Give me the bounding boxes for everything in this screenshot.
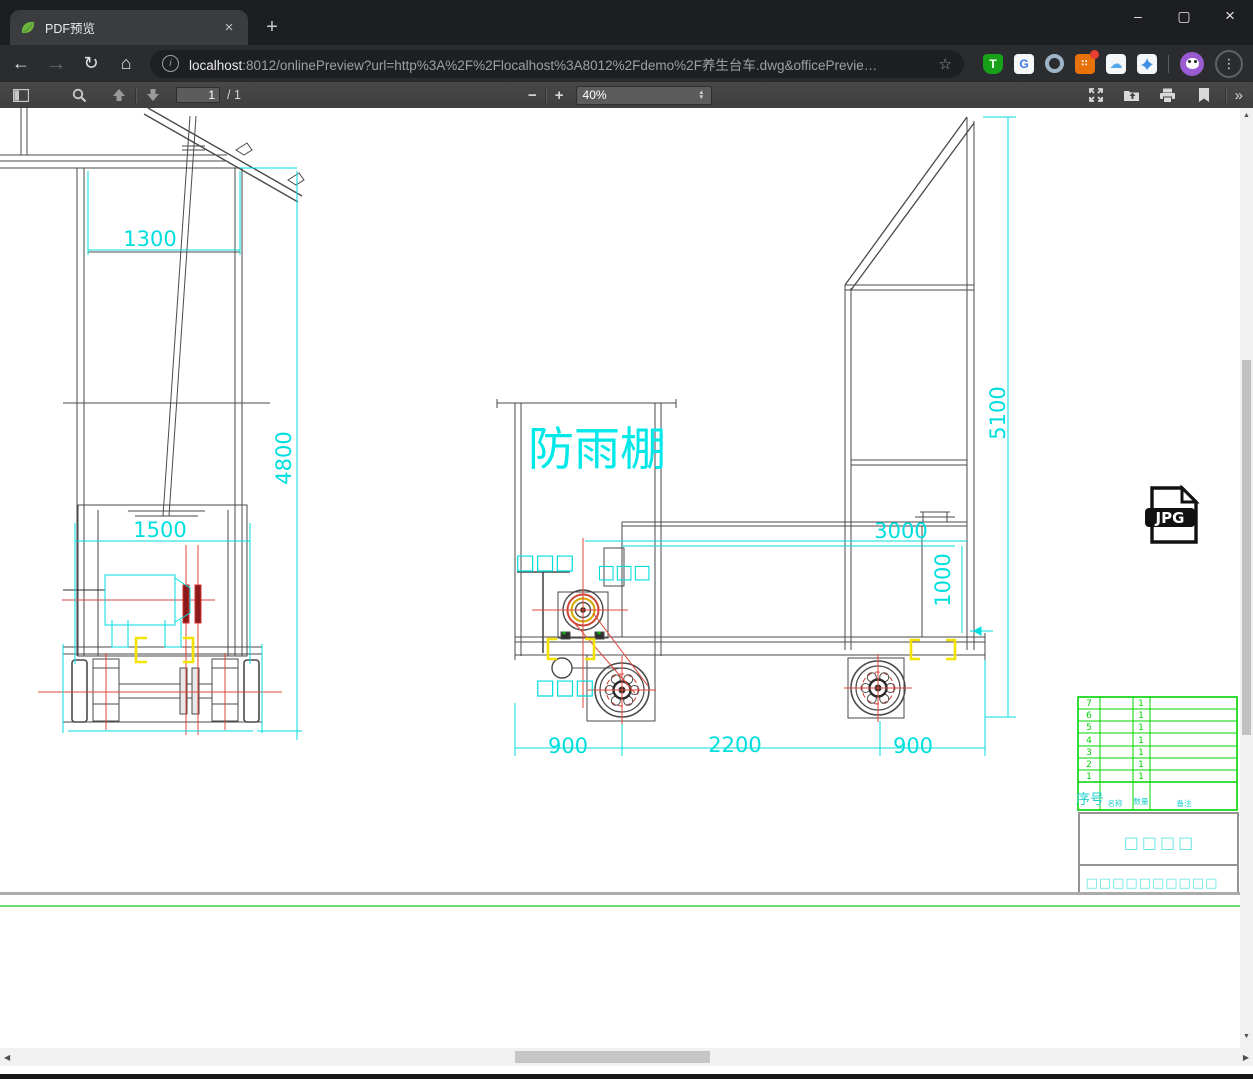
- home-icon[interactable]: ⌂: [115, 53, 137, 74]
- back-icon[interactable]: ←: [10, 53, 32, 74]
- window-controls: – ▢ ×: [1115, 0, 1253, 32]
- dim-1300: 1300: [123, 227, 176, 251]
- more-tools-icon[interactable]: »: [1235, 87, 1243, 104]
- vertical-scrollbar[interactable]: ▲ ▼: [1240, 108, 1253, 1066]
- svg-text:5: 5: [1086, 723, 1092, 733]
- dim-900-left: 900: [548, 734, 588, 758]
- zoom-in-button[interactable]: +: [555, 87, 564, 104]
- scroll-up-icon[interactable]: ▲: [1240, 112, 1253, 119]
- bird-extension-icon[interactable]: [1137, 53, 1157, 74]
- extensions-row: T G ∷ ☁ ⋮: [983, 49, 1243, 78]
- horizontal-scrollbar[interactable]: ◀ ▶: [0, 1048, 1253, 1066]
- horizontal-scroll-thumb[interactable]: [515, 1051, 710, 1063]
- tab-title: PDF预览: [45, 22, 96, 36]
- svg-text:1: 1: [1138, 723, 1144, 733]
- scroll-down-icon[interactable]: ▼: [1240, 1033, 1253, 1040]
- title-block-header-name: 名称: [1108, 798, 1124, 808]
- svg-text:4: 4: [1086, 736, 1092, 746]
- title-block-header-no: 序号: [1076, 792, 1104, 808]
- pdf-toolbar: / 1 − + 40% ▲▼: [0, 82, 1253, 109]
- svg-text:2: 2: [1086, 760, 1092, 770]
- sidebar-toggle-icon[interactable]: [8, 84, 34, 106]
- page-down-icon[interactable]: [140, 84, 166, 106]
- new-tab-button[interactable]: +: [258, 13, 286, 41]
- titlebar: PDF预览 × + – ▢ ×: [0, 0, 1253, 45]
- title-block-header-remark: 备注: [1177, 798, 1193, 808]
- svg-text:1: 1: [1138, 711, 1144, 721]
- profile-avatar[interactable]: [1180, 51, 1204, 76]
- notification-badge: [1090, 49, 1099, 59]
- pdf-page-canvas: 1300 1500 4800 5100 3000 1000 900 2200 9…: [0, 108, 1240, 1048]
- jpg-file-icon: JPG: [1145, 484, 1200, 544]
- spinner-arrows-icon: ▲ ▼: [698, 89, 705, 101]
- vertical-scroll-thumb[interactable]: [1242, 360, 1251, 735]
- dim-5100: 5100: [986, 386, 1010, 439]
- svg-text:1: 1: [1138, 772, 1144, 782]
- navigation-bar: ← → ↻ ⌂ i localhost:8012/onlinePreview?u…: [0, 45, 1253, 82]
- page-number-input[interactable]: [176, 87, 220, 103]
- svg-text:1: 1: [1138, 699, 1144, 709]
- toolbar-separator: [1168, 54, 1169, 73]
- svg-text:1: 1: [1086, 772, 1092, 782]
- zoom-value: 40%: [582, 88, 607, 102]
- url-rest: :8012/onlinePreview?url=http%3A%2F%2Floc…: [242, 57, 878, 73]
- cloud-extension-icon[interactable]: ☁: [1106, 53, 1126, 74]
- window-bottom-edge: [0, 1074, 1253, 1079]
- svg-text:JPG: JPG: [1155, 509, 1185, 527]
- placeholder-text-2: □□□: [597, 561, 651, 583]
- dim-1000: 1000: [931, 553, 955, 606]
- svg-text:6: 6: [1086, 711, 1092, 721]
- zoom-select[interactable]: 40% ▲ ▼: [575, 85, 712, 105]
- page-up-icon[interactable]: [106, 84, 132, 106]
- svg-text:1: 1: [1138, 736, 1144, 746]
- title-block-header-qty: 数量: [1134, 796, 1150, 806]
- dim-4800: 4800: [272, 431, 296, 484]
- site-info-icon[interactable]: i: [162, 55, 179, 72]
- forward-icon[interactable]: →: [45, 52, 67, 76]
- grid-extension-icon[interactable]: ∷: [1075, 49, 1099, 74]
- browser-tab[interactable]: PDF预览 ×: [10, 10, 248, 45]
- url-text[interactable]: localhost:8012/onlinePreview?url=http%3A…: [189, 54, 931, 74]
- scroll-left-icon[interactable]: ◀: [4, 1053, 10, 1062]
- minimize-button[interactable]: –: [1115, 0, 1161, 32]
- bookmark-star-icon[interactable]: ☆: [939, 55, 952, 73]
- svg-text:3: 3: [1086, 748, 1092, 758]
- browser-window: { "window": {"minimize":"–","maximize":"…: [0, 0, 1253, 1079]
- title-block-subtitle: □□□□: [1124, 833, 1196, 852]
- open-file-icon[interactable]: [1119, 84, 1145, 106]
- translate-icon[interactable]: G: [1014, 53, 1034, 74]
- address-bar[interactable]: i localhost:8012/onlinePreview?url=http%…: [150, 49, 964, 78]
- presentation-mode-icon[interactable]: [1083, 84, 1109, 106]
- zoom-out-button[interactable]: −: [528, 87, 537, 104]
- proxy-ring-icon[interactable]: [1045, 54, 1064, 73]
- dim-3000: 3000: [874, 519, 927, 543]
- close-button[interactable]: ×: [1207, 0, 1253, 32]
- search-icon[interactable]: [66, 84, 92, 106]
- dim-900-right: 900: [893, 734, 933, 758]
- dim-2200: 2200: [708, 733, 761, 757]
- bookmark-icon[interactable]: [1191, 84, 1217, 106]
- page-count-label: / 1: [227, 88, 241, 102]
- maximize-button[interactable]: ▢: [1161, 0, 1207, 32]
- svg-text:7: 7: [1086, 699, 1092, 709]
- tampermonkey-icon[interactable]: T: [983, 53, 1003, 74]
- svg-text:1: 1: [1138, 760, 1144, 770]
- url-host: localhost: [189, 57, 243, 73]
- cad-drawing: 1300 1500 4800 5100 3000 1000 900 2200 9…: [0, 108, 1240, 907]
- canopy-label: 防雨棚: [528, 422, 666, 476]
- dim-1500: 1500: [133, 518, 186, 542]
- tab-close-icon[interactable]: ×: [220, 19, 238, 37]
- browser-menu-icon[interactable]: ⋮: [1215, 49, 1243, 78]
- scroll-right-icon[interactable]: ▶: [1243, 1053, 1249, 1062]
- title-block-footer: □□□□□□□□□□: [1086, 876, 1219, 891]
- svg-text:1: 1: [1138, 748, 1144, 758]
- print-icon[interactable]: [1155, 84, 1181, 106]
- refresh-icon[interactable]: ↻: [80, 53, 102, 74]
- placeholder-text-3: □□□: [535, 675, 595, 699]
- spring-leaf-icon: [21, 21, 35, 33]
- placeholder-text-1: □□□: [515, 550, 575, 574]
